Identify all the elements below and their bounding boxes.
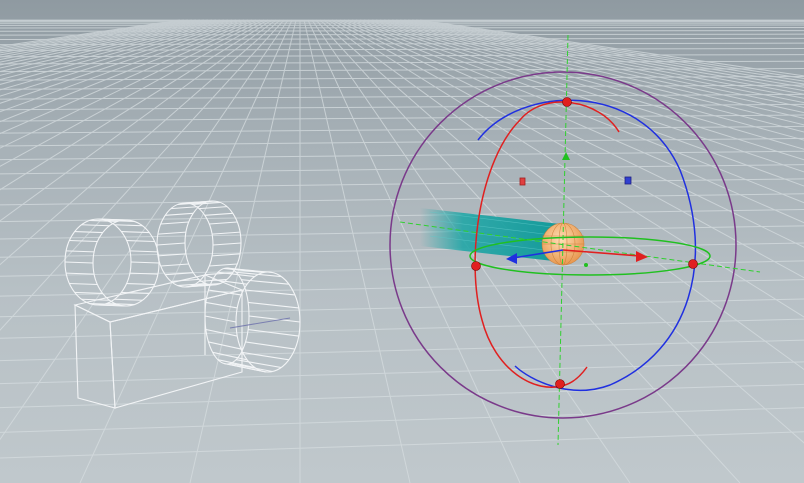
top-knob[interactable] — [562, 97, 572, 107]
yz-plane-handle[interactable] — [624, 176, 632, 185]
bottom-knob[interactable] — [555, 379, 565, 389]
right-knob[interactable] — [688, 259, 698, 269]
xy-plane-handle[interactable] — [519, 177, 526, 186]
viewport-canvas[interactable] — [0, 0, 804, 483]
left-knob[interactable] — [471, 261, 481, 271]
ground-grid — [0, 19, 804, 483]
scene-viewport[interactable] — [0, 0, 804, 483]
x-axis-arrow[interactable] — [636, 251, 648, 262]
